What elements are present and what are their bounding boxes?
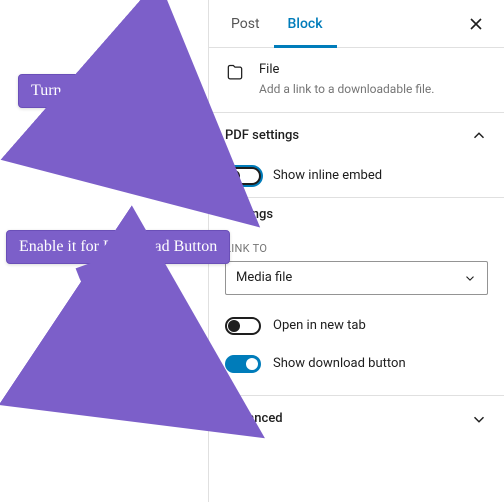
tab-block[interactable]: Block xyxy=(274,0,337,48)
tab-post[interactable]: Post xyxy=(217,0,274,48)
chevron-up-icon xyxy=(470,127,488,145)
settings-section: Settings Link to Media file Open in new … xyxy=(209,198,504,396)
advanced-toggle[interactable]: Advanced xyxy=(225,396,488,442)
pdf-settings-toggle[interactable]: PDF settings xyxy=(225,113,488,159)
show-download-row: Show download button xyxy=(225,347,488,385)
settings-toggle[interactable]: Settings xyxy=(225,198,488,232)
show-inline-embed-row: Show inline embed xyxy=(225,159,488,197)
close-icon xyxy=(468,16,484,32)
chevron-down-icon xyxy=(470,410,488,428)
open-new-tab-row: Open in new tab xyxy=(225,309,488,347)
file-icon xyxy=(225,63,245,83)
block-settings-sidebar: Post Block File Add a link to a download… xyxy=(208,0,504,502)
link-to-value: Media file xyxy=(236,270,292,285)
open-new-tab-label: Open in new tab xyxy=(273,318,366,333)
show-download-label: Show download button xyxy=(273,356,406,371)
arrow-enable-download xyxy=(70,255,240,425)
section-heading: PDF settings xyxy=(225,128,299,143)
chevron-down-icon xyxy=(463,271,477,285)
link-to-select[interactable]: Media file xyxy=(225,261,488,295)
advanced-section: Advanced xyxy=(209,396,504,442)
close-sidebar-button[interactable] xyxy=(456,4,496,44)
show-inline-embed-label: Show inline embed xyxy=(273,168,382,183)
block-description: Add a link to a downloadable file. xyxy=(259,81,434,98)
arrow-turn-off xyxy=(55,88,235,208)
section-heading: Settings xyxy=(225,207,273,222)
link-to-label: Link to xyxy=(225,242,488,255)
pdf-settings-section: PDF settings Show inline embed xyxy=(209,113,504,198)
block-title: File xyxy=(259,62,434,77)
block-info: File Add a link to a downloadable file. xyxy=(209,48,504,113)
sidebar-tabs: Post Block xyxy=(209,0,504,48)
